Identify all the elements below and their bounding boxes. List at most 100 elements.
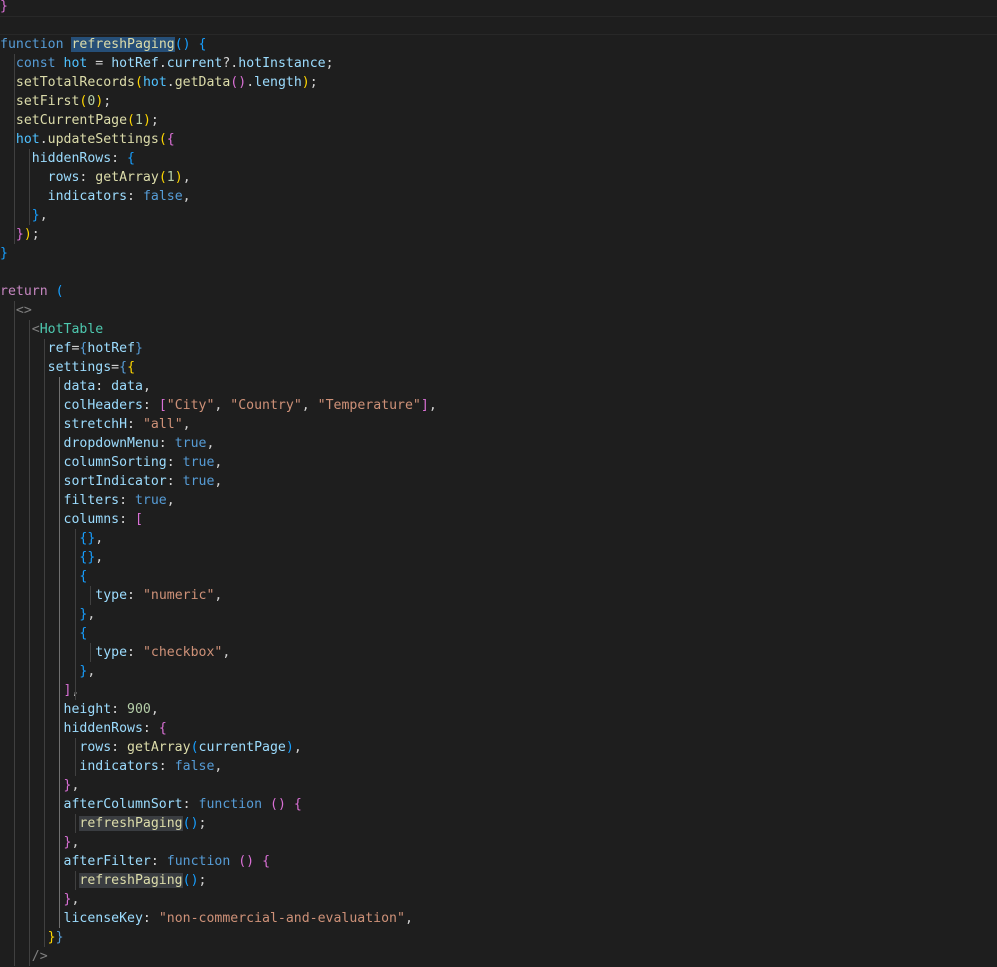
code-token: } [0,0,8,14]
code-line[interactable]: afterFilter: function () { [0,852,997,871]
code-line-text: afterColumnSort: function () { [0,795,302,814]
code-line[interactable]: function refreshPaging() { [0,35,997,54]
code-line[interactable]: rows: getArray(1), [0,168,997,187]
code-line[interactable] [0,263,997,282]
code-line[interactable]: setCurrentPage(1); [0,111,997,130]
code-token: "non-commercial-and-evaluation" [158,911,405,926]
code-token: , [182,189,191,204]
code-line[interactable] [0,16,997,35]
code-line[interactable]: {}, [0,548,997,567]
code-line[interactable]: hiddenRows: { [0,719,997,738]
code-line[interactable]: } [0,0,997,16]
code-token: : [111,151,128,166]
code-line[interactable]: ref={hotRef} [0,339,997,358]
code-editor[interactable]: } function refreshPaging() { const hot = … [0,0,997,967]
code-token: data [111,379,143,394]
code-token: ) [174,170,183,185]
code-line[interactable]: dropdownMenu: true, [0,434,997,453]
code-line[interactable]: return ( [0,282,997,301]
code-line[interactable]: <HotTable [0,320,997,339]
code-line[interactable]: }, [0,206,997,225]
code-token: hotRef [111,56,159,71]
code-token: () [230,75,247,90]
code-token: : [158,436,175,451]
code-line[interactable]: type: "numeric", [0,586,997,605]
code-token: "City" [166,398,215,413]
code-line-text: rows: getArray(currentPage), [0,738,302,757]
code-line[interactable]: licenseKey: "non-commercial-and-evaluati… [0,909,997,928]
code-line-text: }, [0,833,80,852]
code-line[interactable]: const hot = hotRef.current?.hotInstance; [0,54,997,73]
code-line[interactable]: { [0,567,997,586]
code-line[interactable]: refreshPaging(); [0,871,997,890]
code-line[interactable]: }, [0,605,997,624]
code-line[interactable]: }, [0,890,997,909]
code-token: , [214,398,231,413]
code-token: sortIndicator [0,474,167,489]
code-token: = [87,56,112,71]
code-token: () [182,816,199,831]
code-token: , [150,702,159,717]
code-token: , [182,417,191,432]
code-line[interactable]: hiddenRows: { [0,149,997,168]
code-line[interactable]: type: "checkbox", [0,643,997,662]
code-line-text: {}, [0,548,103,567]
code-line[interactable]: height: 900, [0,700,997,719]
code-line[interactable]: indicators: false, [0,757,997,776]
code-line-text: <> [0,301,32,320]
code-line[interactable]: <> [0,301,997,320]
code-line[interactable]: data: data, [0,377,997,396]
code-line[interactable]: stretchH: "all", [0,415,997,434]
code-line[interactable]: sortIndicator: true, [0,472,997,491]
code-token: () [270,797,286,812]
code-line[interactable]: columnSorting: true, [0,453,997,472]
code-line[interactable]: ], [0,681,997,700]
code-token: hot [0,132,40,147]
code-token: , [293,740,302,755]
code-line[interactable]: colHeaders: ["City", "Country", "Tempera… [0,396,997,415]
code-line[interactable]: }} [0,928,997,947]
code-line[interactable]: indicators: false, [0,187,997,206]
code-line-text: columnSorting: true, [0,453,223,472]
code-token: updateSettings [47,132,159,147]
code-line[interactable]: refreshPaging(); [0,814,997,833]
code-token: setCurrentPage [0,113,128,128]
code-token: } [31,208,40,223]
code-line[interactable]: } [0,244,997,263]
code-line[interactable]: columns: [ [0,510,997,529]
code-token: ; [198,816,207,831]
code-token: [ [134,512,143,527]
code-line[interactable]: {}, [0,529,997,548]
code-line[interactable]: afterColumnSort: function () { [0,795,997,814]
code-line[interactable]: filters: true, [0,491,997,510]
code-token: } [55,930,64,945]
code-line[interactable]: }, [0,833,997,852]
code-line[interactable]: setFirst(0); [0,92,997,111]
code-line[interactable]: }, [0,662,997,681]
code-token: : [182,797,199,812]
code-line[interactable]: }, [0,776,997,795]
code-line[interactable]: hot.updateSettings({ [0,130,997,149]
indent-guide [59,377,60,928]
code-line[interactable]: setTotalRecords(hot.getData().length); [0,73,997,92]
indent-guide [90,643,91,662]
code-line[interactable]: }); [0,225,997,244]
code-token: , [214,759,223,774]
code-line[interactable]: rows: getArray(currentPage), [0,738,997,757]
code-token: , [95,550,104,565]
code-token: rows [0,170,80,185]
code-line[interactable]: settings={{ [0,358,997,377]
code-token: current [166,56,223,71]
code-line[interactable]: { [0,624,997,643]
code-line[interactable]: /> [0,947,997,966]
code-token: indicators [0,759,159,774]
code-token: , [206,436,215,451]
code-line-text: height: 900, [0,700,159,719]
code-token: height [0,702,112,717]
